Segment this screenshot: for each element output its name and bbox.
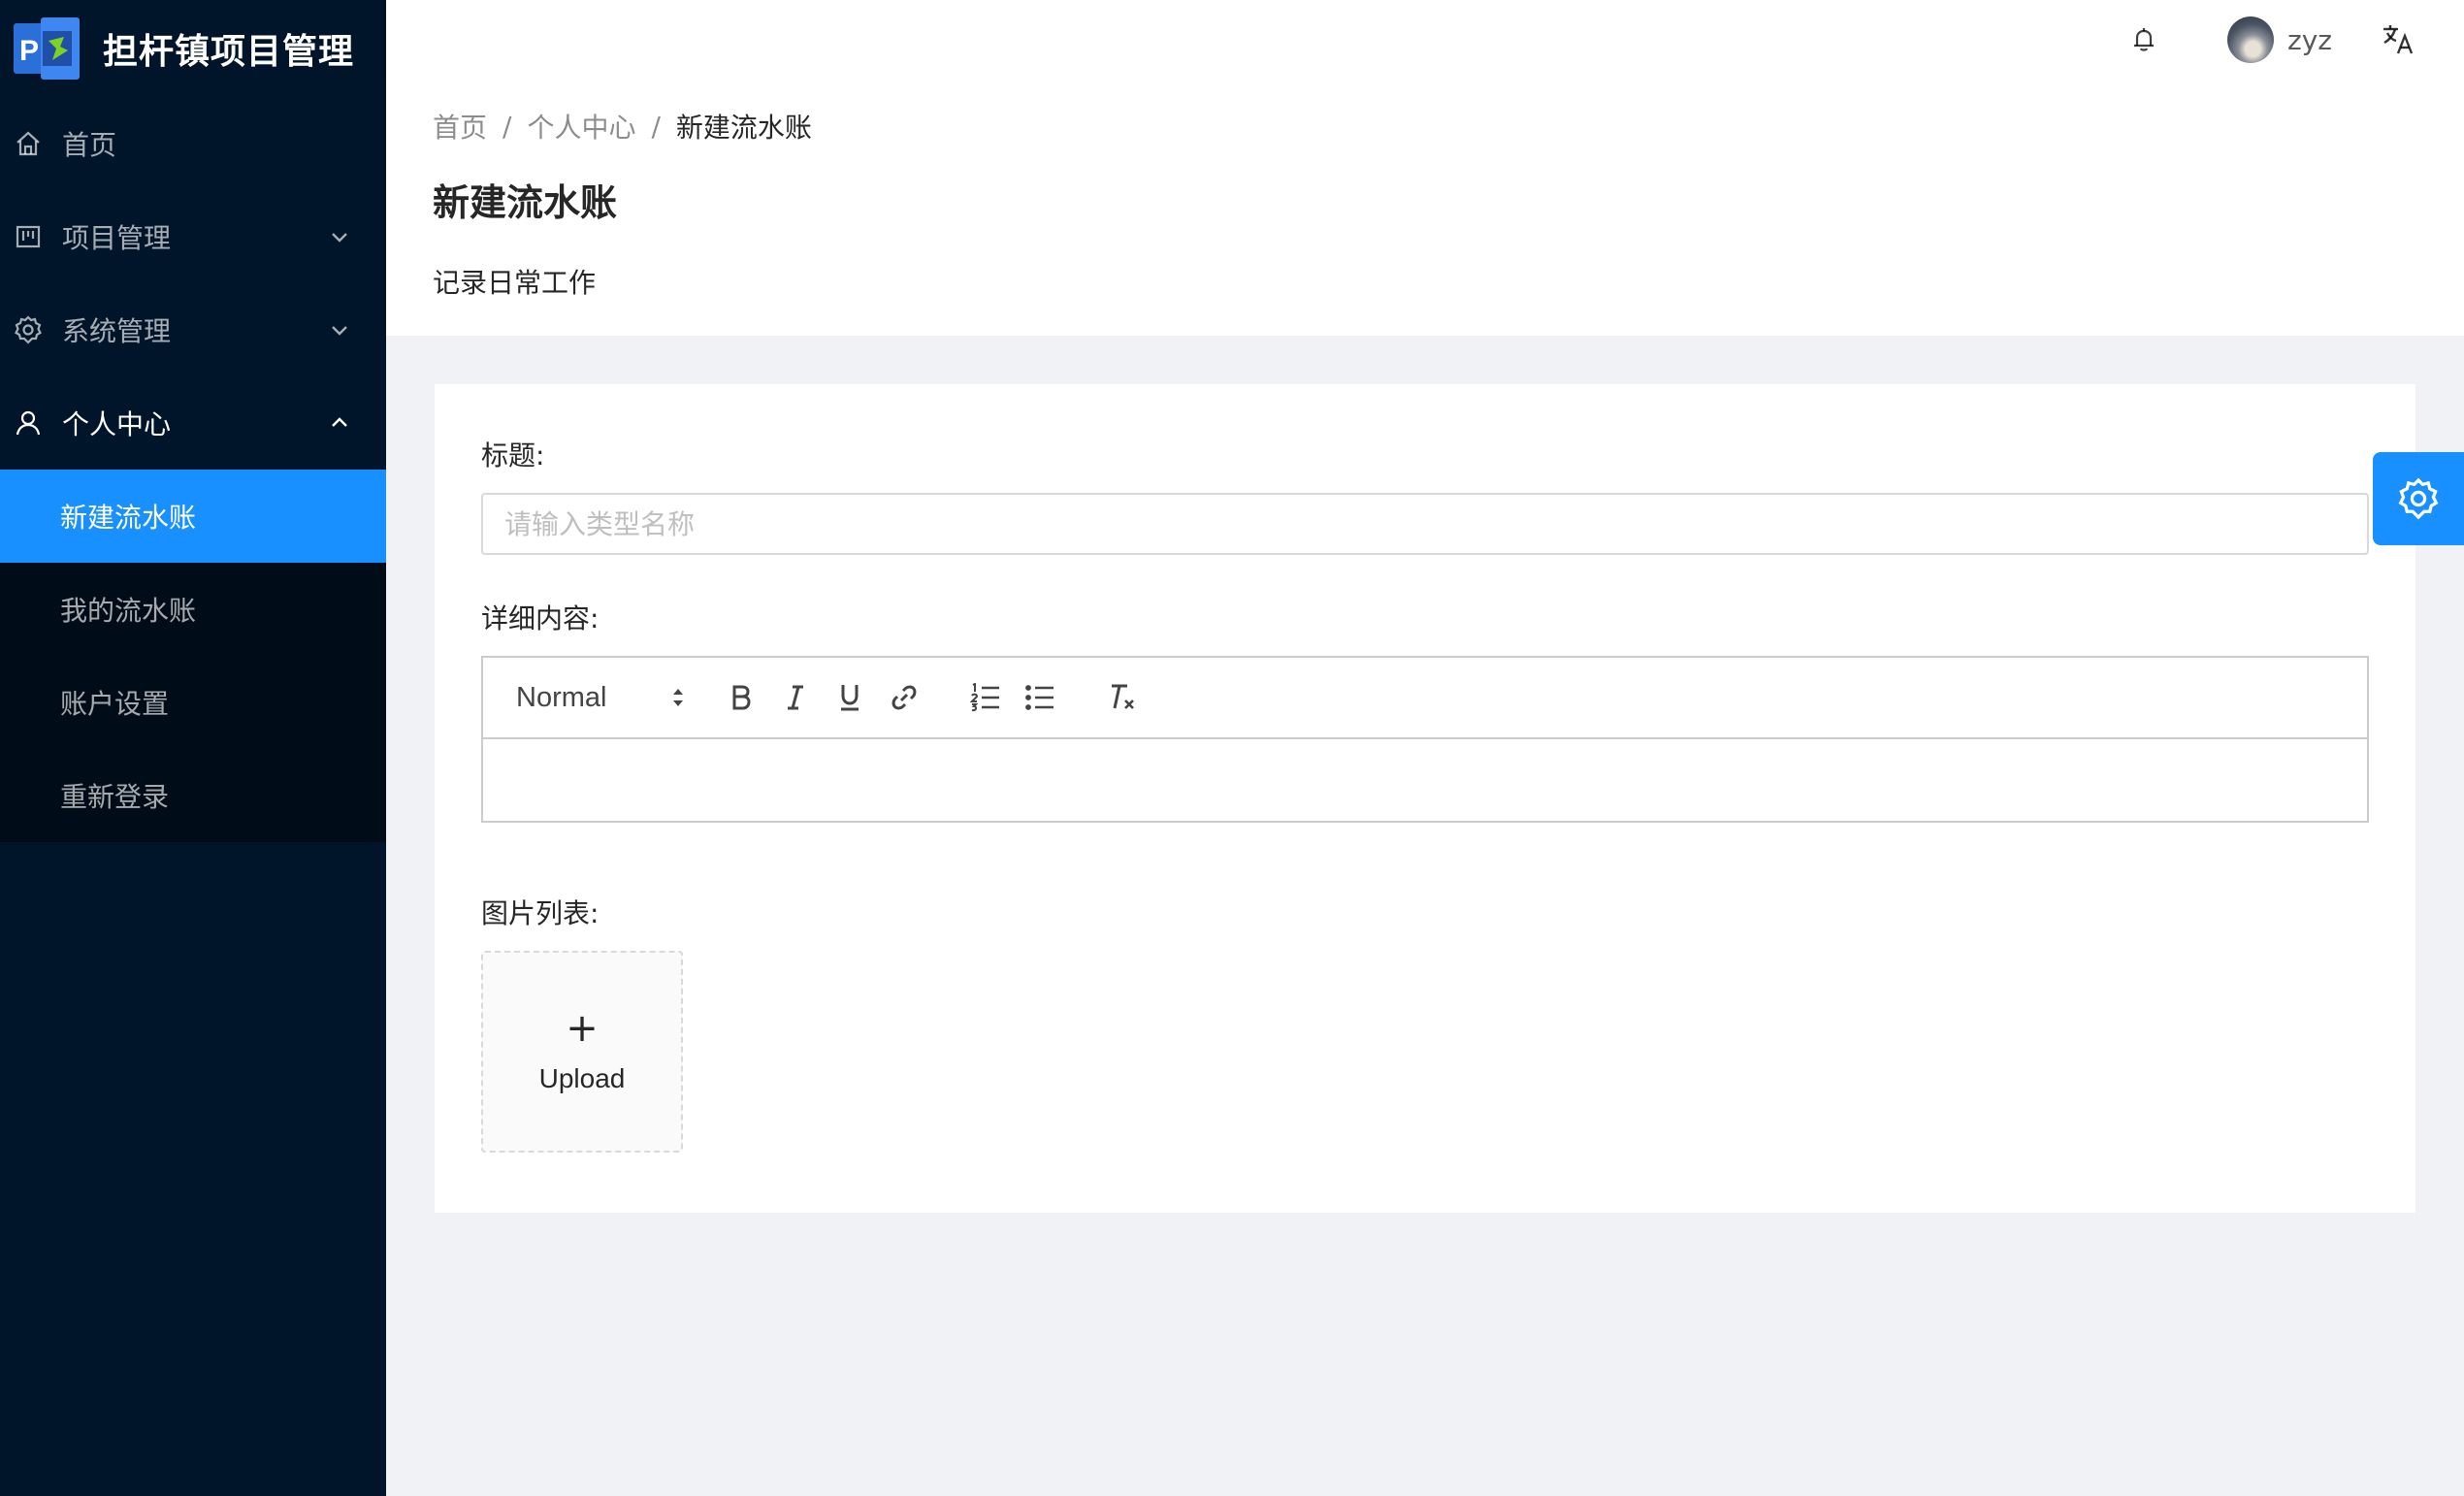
rich-text-editor: Normal <box>481 656 2369 823</box>
submenu-item-label: 新建流水账 <box>60 502 197 534</box>
editor-toolbar: Normal <box>483 658 2367 739</box>
avatar[interactable] <box>2227 16 2275 63</box>
ordered-list-icon[interactable] <box>958 674 1013 721</box>
setting-icon <box>14 315 43 344</box>
breadcrumb-separator: / <box>503 110 512 143</box>
plus-icon: + <box>566 1006 599 1051</box>
images-label: 图片列表: <box>481 897 600 929</box>
submenu-item-relogin[interactable]: 重新登录 <box>0 749 386 842</box>
app-title: 担杆镇项目管理 <box>103 32 355 72</box>
italic-icon[interactable] <box>768 674 823 721</box>
bell-icon[interactable] <box>2121 16 2167 63</box>
sidebar-item-home[interactable]: 首页 <box>0 97 386 190</box>
chevron-up-icon <box>332 417 347 427</box>
submenu-item-my-journal[interactable]: 我的流水账 <box>0 563 386 656</box>
logo[interactable]: P 担杆镇项目管理 <box>0 0 386 97</box>
clear-format-icon[interactable] <box>1094 674 1149 721</box>
upload-button[interactable]: + Upload <box>481 951 683 1153</box>
sidebar-item-personal[interactable]: 个人中心 <box>0 376 386 470</box>
form-card: 标题: 详细内容: Normal <box>435 384 2415 1213</box>
breadcrumb-current: 新建流水账 <box>675 112 812 144</box>
settings-drawer-button[interactable] <box>2373 452 2464 545</box>
title-label: 标题: <box>481 439 545 472</box>
upload-label: Upload <box>538 1063 626 1093</box>
chevron-down-icon <box>332 233 347 243</box>
user-menu[interactable]: zyz <box>2227 16 2332 63</box>
sidebar: P 担杆镇项目管理 首页 项目管理 系统管理 个人中心 新建流水账 我的流水账 … <box>0 0 386 1496</box>
submenu-personal: 新建流水账 我的流水账 账户设置 重新登录 <box>0 470 386 842</box>
submenu-item-label: 重新登录 <box>60 781 170 813</box>
header-actions: zyz <box>2121 0 2421 80</box>
sidebar-item-label: 个人中心 <box>62 408 172 440</box>
underline-icon[interactable] <box>823 674 877 721</box>
breadcrumb-home[interactable]: 首页 <box>433 107 487 146</box>
breadcrumb-personal[interactable]: 个人中心 <box>527 107 635 146</box>
sidebar-item-system[interactable]: 系统管理 <box>0 283 386 376</box>
link-icon[interactable] <box>877 674 931 721</box>
submenu-item-account-settings[interactable]: 账户设置 <box>0 656 386 749</box>
content-label: 详细内容: <box>481 602 600 634</box>
top-header: zyz <box>386 0 2464 80</box>
project-icon <box>14 222 43 251</box>
sidebar-item-label: 系统管理 <box>62 315 172 347</box>
breadcrumb-separator: / <box>651 110 661 143</box>
bold-icon[interactable] <box>714 674 768 721</box>
header-format-value: Normal <box>516 681 607 713</box>
updown-icon <box>673 689 683 706</box>
bullet-list-icon[interactable] <box>1013 674 1067 721</box>
submenu-item-label: 我的流水账 <box>60 595 197 627</box>
user-icon <box>14 408 43 438</box>
header-format-select[interactable]: Normal <box>516 674 687 721</box>
username: zyz <box>2287 23 2332 56</box>
sidebar-item-label: 项目管理 <box>62 222 172 254</box>
gear-icon <box>2398 477 2439 520</box>
submenu-item-label: 账户设置 <box>60 688 170 720</box>
logo-icon: P <box>14 17 80 80</box>
editor-content-area[interactable] <box>483 739 2367 821</box>
sidebar-item-label: 首页 <box>62 129 117 161</box>
breadcrumb: 首页 / 个人中心 / 新建流水账 <box>433 107 812 146</box>
page-header: 首页 / 个人中心 / 新建流水账 新建流水账 记录日常工作 <box>386 80 2464 336</box>
title-input[interactable] <box>481 493 2369 555</box>
svg-text:P: P <box>19 35 39 67</box>
page-description: 记录日常工作 <box>433 267 597 299</box>
home-icon <box>14 129 43 158</box>
submenu-item-new-journal[interactable]: 新建流水账 <box>0 470 386 563</box>
sidebar-item-project[interactable]: 项目管理 <box>0 190 386 283</box>
chevron-down-icon <box>332 326 347 336</box>
page-title: 新建流水账 <box>433 181 618 224</box>
translate-icon[interactable] <box>2375 16 2421 63</box>
